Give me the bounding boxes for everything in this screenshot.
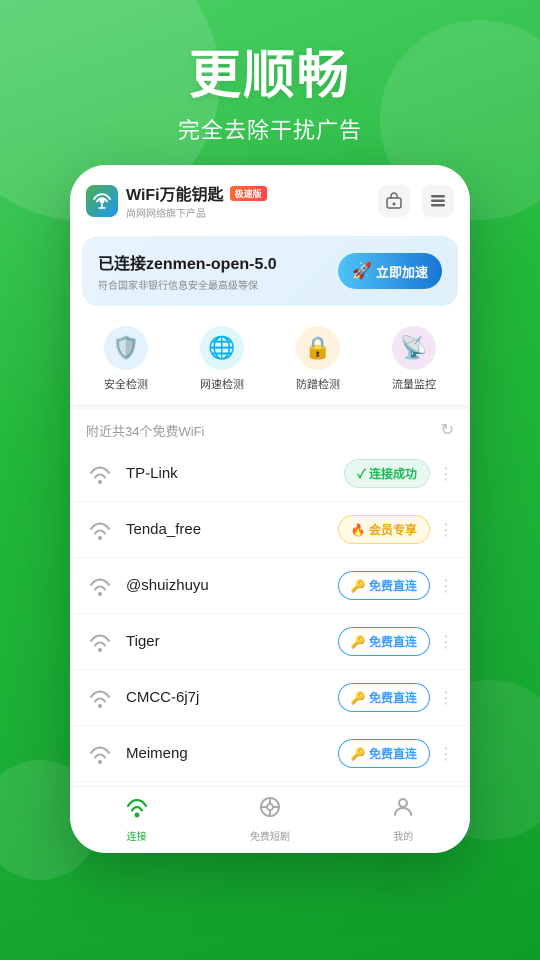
wifi-item-meimeng[interactable]: Meimeng 🔑 免费直连 ⋮ xyxy=(70,726,470,782)
speed-label: 网速检测 xyxy=(200,376,244,392)
more-icon-shuizhuyu[interactable]: ⋮ xyxy=(438,576,454,596)
app-logo-area: WiFi万能钥匙 极速版 尚网网络旗下产品 xyxy=(86,181,267,220)
nav-profile[interactable]: 我的 xyxy=(337,795,470,843)
bottom-nav: 连接 免费短剧 我的 xyxy=(70,786,470,853)
more-icon-tenda[interactable]: ⋮ xyxy=(438,520,454,540)
badge-shuizhuyu-text: 🔑 免费直连 xyxy=(351,577,417,594)
feature-traffic[interactable]: 📡 流量监控 xyxy=(392,326,436,392)
wifi-name-tiger: Tiger xyxy=(126,633,338,650)
profile-nav-icon xyxy=(391,795,415,825)
wifi-item-shuizhuyu[interactable]: @shuizhuyu 🔑 免费直连 ⋮ xyxy=(70,558,470,614)
drama-nav-icon xyxy=(258,795,282,825)
connected-title: 已连接zenmen-open-5.0 xyxy=(98,250,338,274)
badge-tenda[interactable]: 🔥 会员专享 xyxy=(338,515,430,544)
nav-drama-label: 免费短剧 xyxy=(250,828,290,843)
protect-label: 防蹭检测 xyxy=(296,376,340,392)
app-sub: 尚网网络旗下产品 xyxy=(126,205,267,220)
wifi-item-tiger[interactable]: Tiger 🔑 免费直连 ⋮ xyxy=(70,614,470,670)
nav-profile-label: 我的 xyxy=(393,828,413,843)
wifi-list-header: 附近共34个免费WiFi ↻ xyxy=(70,410,470,446)
wifi-signal-tiger xyxy=(86,628,114,656)
more-icon-cmcc[interactable]: ⋮ xyxy=(438,688,454,708)
phone-mockup: WiFi万能钥匙 极速版 尚网网络旗下产品 xyxy=(70,165,470,853)
more-icon-tp-link[interactable]: ⋮ xyxy=(438,464,454,484)
share-button[interactable] xyxy=(378,185,410,217)
connected-info: 已连接zenmen-open-5.0 符合国家非银行信息安全最高级等保 xyxy=(98,250,338,292)
feature-security[interactable]: 🛡️ 安全检测 xyxy=(104,326,148,392)
version-badge: 极速版 xyxy=(230,186,267,201)
badge-tiger-text: 🔑 免费直连 xyxy=(351,633,417,650)
app-name-text: WiFi万能钥匙 xyxy=(126,181,224,205)
wifi-count-text: 附近共34个免费WiFi xyxy=(86,421,204,440)
wifi-logo-icon xyxy=(86,185,118,217)
wifi-list: TP-Link ✓ 连接成功 ⋮ Tenda_free 🔥 会员专享 ⋮ xyxy=(70,446,470,786)
security-icon-circle: 🛡️ xyxy=(104,326,148,370)
badge-shuizhuyu[interactable]: 🔑 免费直连 xyxy=(338,571,430,600)
refresh-icon[interactable]: ↻ xyxy=(441,420,454,440)
app-header: WiFi万能钥匙 极速版 尚网网络旗下产品 xyxy=(70,165,470,228)
wifi-signal-meimeng xyxy=(86,740,114,768)
security-label: 安全检测 xyxy=(104,376,148,392)
badge-meimeng-text: 🔑 免费直连 xyxy=(351,745,417,762)
wifi-signal-tenda xyxy=(86,516,114,544)
wifi-item-tenda[interactable]: Tenda_free 🔥 会员专享 ⋮ xyxy=(70,502,470,558)
sub-title: 完全去除干扰广告 xyxy=(0,113,540,145)
badge-cmcc-text: 🔑 免费直连 xyxy=(351,689,417,706)
feature-protect[interactable]: 🔒 防蹭检测 xyxy=(296,326,340,392)
header-icons xyxy=(378,185,454,217)
features-row: 🛡️ 安全检测 🌐 网速检测 🔒 防蹭检测 📡 流量监控 xyxy=(70,314,470,404)
connect-nav-icon xyxy=(125,795,149,825)
nav-connect-label: 连接 xyxy=(127,828,147,843)
speed-icon-circle: 🌐 xyxy=(200,326,244,370)
wifi-signal-cmcc xyxy=(86,684,114,712)
protect-icon-circle: 🔒 xyxy=(296,326,340,370)
badge-tp-link[interactable]: ✓ 连接成功 xyxy=(344,459,430,488)
badge-tiger[interactable]: 🔑 免费直连 xyxy=(338,627,430,656)
wifi-signal-shuizhuyu xyxy=(86,572,114,600)
app-name-area: WiFi万能钥匙 极速版 尚网网络旗下产品 xyxy=(126,181,267,220)
badge-tp-link-text: ✓ 连接成功 xyxy=(357,465,417,482)
nav-drama[interactable]: 免费短剧 xyxy=(203,795,336,843)
top-section: 更顺畅 完全去除干扰广告 xyxy=(0,0,540,165)
more-icon-tiger[interactable]: ⋮ xyxy=(438,632,454,652)
badge-tenda-text: 🔥 会员专享 xyxy=(351,521,417,538)
wifi-name-shuizhuyu: @shuizhuyu xyxy=(126,577,338,594)
rocket-icon: 🚀 xyxy=(352,261,372,281)
nav-connect[interactable]: 连接 xyxy=(70,795,203,843)
traffic-label: 流量监控 xyxy=(392,376,436,392)
connected-sub: 符合国家非银行信息安全最高级等保 xyxy=(98,277,338,292)
wifi-name-tenda: Tenda_free xyxy=(126,521,338,538)
connected-banner: 已连接zenmen-open-5.0 符合国家非银行信息安全最高级等保 🚀 立即… xyxy=(82,236,458,306)
wifi-signal-tp-link xyxy=(86,460,114,488)
wifi-name-tp-link: TP-Link xyxy=(126,465,344,482)
more-icon-meimeng[interactable]: ⋮ xyxy=(438,744,454,764)
main-title: 更顺畅 xyxy=(0,48,540,105)
wifi-name-cmcc: CMCC-6j7j xyxy=(126,689,338,706)
menu-button[interactable] xyxy=(422,185,454,217)
badge-cmcc[interactable]: 🔑 免费直连 xyxy=(338,683,430,712)
badge-meimeng[interactable]: 🔑 免费直连 xyxy=(338,739,430,768)
wifi-name-meimeng: Meimeng xyxy=(126,745,338,762)
speed-up-label: 立即加速 xyxy=(376,262,428,281)
feature-speed[interactable]: 🌐 网速检测 xyxy=(200,326,244,392)
wifi-item-tp-link[interactable]: TP-Link ✓ 连接成功 ⋮ xyxy=(70,446,470,502)
wifi-item-cmcc[interactable]: CMCC-6j7j 🔑 免费直连 ⋮ xyxy=(70,670,470,726)
traffic-icon-circle: 📡 xyxy=(392,326,436,370)
app-name-row: WiFi万能钥匙 极速版 xyxy=(126,181,267,205)
speed-up-button[interactable]: 🚀 立即加速 xyxy=(338,253,442,289)
